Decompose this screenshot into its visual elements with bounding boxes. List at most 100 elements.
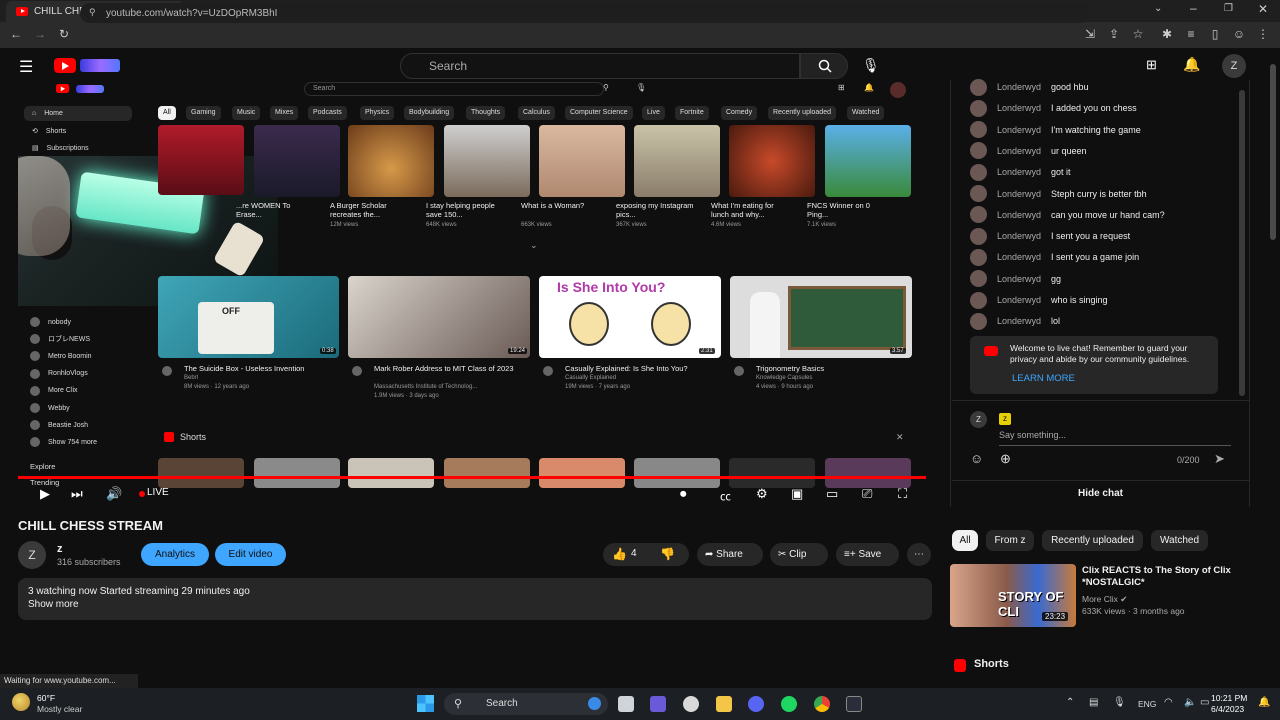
chrome-menu-icon[interactable]: ⋮ bbox=[1256, 27, 1270, 41]
play-icon[interactable]: ▶ bbox=[40, 486, 50, 502]
site-info-icon[interactable]: ⚲ bbox=[89, 7, 96, 18]
description-box[interactable]: 3 watching now Started streaming 29 minu… bbox=[18, 578, 932, 620]
search-input[interactable]: Search bbox=[400, 53, 800, 79]
analytics-button[interactable]: Analytics bbox=[141, 543, 209, 566]
next-icon[interactable]: ⏭ bbox=[71, 486, 83, 502]
cast-icon[interactable]: ⎚ bbox=[862, 486, 872, 502]
channel-avatar[interactable]: Z bbox=[18, 541, 46, 569]
notification-bell-icon[interactable]: 🔔 bbox=[1258, 697, 1270, 708]
save-button[interactable]: ≡+ Save bbox=[836, 543, 899, 566]
clock-time[interactable]: 10:21 PM bbox=[1211, 693, 1247, 703]
miniplayer-icon[interactable]: ▣ bbox=[791, 486, 803, 502]
chat-message[interactable]: Londerwyd got it bbox=[970, 163, 1071, 181]
speaker-icon[interactable]: 🔈 bbox=[1184, 697, 1196, 708]
chrome-icon[interactable] bbox=[814, 696, 830, 712]
share-page-icon[interactable]: ⇪ bbox=[1107, 27, 1121, 41]
menu-hamburger-icon[interactable]: ☰ bbox=[19, 57, 33, 77]
super-chat-add-icon[interactable]: ⊕ bbox=[1000, 451, 1011, 467]
dislike-button-icon[interactable]: 👎 bbox=[660, 547, 675, 561]
taskbar-search[interactable]: ⚲ Search bbox=[444, 693, 608, 715]
chat-message-input[interactable]: Say something... bbox=[999, 430, 1231, 446]
edit-video-button[interactable]: Edit video bbox=[215, 543, 286, 566]
maximize-icon[interactable]: ❐ bbox=[1224, 3, 1233, 14]
start-windows-icon[interactable] bbox=[417, 695, 434, 712]
hide-chat-button[interactable]: Hide chat bbox=[952, 480, 1249, 507]
chat-author-name[interactable]: Londerwyd bbox=[997, 103, 1041, 113]
chat-author-name[interactable]: Londerwyd bbox=[997, 210, 1041, 220]
chat-message[interactable]: Londerwyd gg bbox=[970, 270, 1061, 288]
chat-message[interactable]: Londerwyd who is singing bbox=[970, 291, 1108, 309]
send-icon[interactable]: ➤ bbox=[1214, 451, 1225, 467]
channel-name[interactable]: z bbox=[57, 543, 63, 555]
chat-scrollbar[interactable] bbox=[1239, 90, 1245, 396]
more-actions-button[interactable]: ⋯ bbox=[907, 543, 931, 566]
chat-author-name[interactable]: Londerwyd bbox=[997, 252, 1041, 262]
wifi-icon[interactable]: ◠ bbox=[1164, 697, 1173, 708]
theater-mode-icon[interactable]: ▭ bbox=[826, 486, 838, 502]
share-button[interactable]: ➦ Share bbox=[697, 543, 763, 566]
teams-icon[interactable] bbox=[650, 696, 666, 712]
fullscreen-icon[interactable]: ⛶ bbox=[898, 486, 907, 502]
chat-author-name[interactable]: Londerwyd bbox=[997, 189, 1041, 199]
chat-message[interactable]: Londerwyd I added you on chess bbox=[970, 99, 1137, 117]
filter-chip-from-z[interactable]: From z bbox=[986, 530, 1034, 551]
reading-list-icon[interactable]: ≡ bbox=[1184, 27, 1198, 41]
tray-mic-icon[interactable]: 🎙 bbox=[1113, 697, 1126, 708]
chat-message[interactable]: Londerwyd I sent you a game join bbox=[970, 248, 1139, 266]
file-explorer-icon[interactable] bbox=[716, 696, 732, 712]
window-close-icon[interactable]: ✕ bbox=[1258, 2, 1268, 16]
like-button-icon[interactable]: 👍 bbox=[612, 547, 627, 561]
emoji-icon[interactable]: ☺ bbox=[970, 451, 983, 466]
chat-author-name[interactable]: Londerwyd bbox=[997, 231, 1041, 241]
page-scrollbar[interactable] bbox=[1270, 64, 1276, 240]
chat-message[interactable]: Londerwyd ur queen bbox=[970, 142, 1087, 160]
chat-author-name[interactable]: Londerwyd bbox=[997, 274, 1041, 284]
filter-chip-watched[interactable]: Watched bbox=[1151, 530, 1208, 551]
address-bar[interactable]: ⚲ youtube.com/watch?v=UzDOpRM3BhI bbox=[80, 3, 1090, 23]
volume-icon[interactable]: 🔊 bbox=[106, 486, 122, 502]
chat-author-name[interactable]: Londerwyd bbox=[997, 125, 1041, 135]
chat-message[interactable]: Londerwyd can you move ur hand cam? bbox=[970, 206, 1165, 224]
install-icon[interactable]: ⇲ bbox=[1083, 27, 1097, 41]
tray-chevron-icon[interactable]: ⌃ bbox=[1066, 697, 1074, 708]
tab-list-icon[interactable]: ⌄ bbox=[1154, 3, 1162, 14]
bookmark-star-icon[interactable]: ☆ bbox=[1131, 27, 1145, 41]
chat-author-name[interactable]: Londerwyd bbox=[997, 82, 1041, 92]
settings-gear-icon[interactable]: ⚙ bbox=[756, 486, 768, 502]
extensions-icon[interactable]: ✱ bbox=[1160, 27, 1174, 41]
forward-icon[interactable]: → bbox=[33, 27, 47, 41]
discord-icon[interactable] bbox=[748, 696, 764, 712]
filter-chip-recently-uploaded[interactable]: Recently uploaded bbox=[1042, 530, 1143, 551]
video-player[interactable]: Search ⚲ 🎙 ⊞ 🔔 ⌄ OFF Is She Into You? Sh… bbox=[18, 80, 932, 506]
battery-icon[interactable]: ▭ bbox=[1200, 697, 1209, 708]
obs-icon[interactable] bbox=[846, 696, 862, 712]
chat-author-name[interactable]: Londerwyd bbox=[997, 146, 1041, 156]
chat-message[interactable]: Londerwyd good hbu bbox=[970, 78, 1089, 96]
filter-chip-all[interactable]: All bbox=[952, 530, 978, 551]
chat-message[interactable]: Londerwyd lol bbox=[970, 312, 1060, 330]
weather-moon-icon[interactable] bbox=[12, 693, 30, 711]
recommended-thumbnail[interactable]: STORY OF CLI 23:23 bbox=[950, 564, 1076, 627]
mic-icon[interactable]: 🎙 bbox=[862, 57, 880, 74]
live-label[interactable]: LIVE bbox=[147, 487, 169, 498]
autoplay-toggle-icon[interactable]: ⏺ bbox=[680, 486, 687, 502]
player-progress-bar[interactable] bbox=[18, 476, 926, 479]
clip-button[interactable]: ✂ Clip bbox=[770, 543, 828, 566]
back-icon[interactable]: ← bbox=[9, 27, 23, 41]
chat-message[interactable]: Londerwyd I sent you a request bbox=[970, 227, 1130, 245]
minimize-icon[interactable]: – bbox=[1190, 1, 1197, 15]
create-icon[interactable]: ⊞ bbox=[1146, 57, 1157, 73]
show-more-link[interactable]: Show more bbox=[28, 599, 922, 610]
captions-icon[interactable]: ㏄ bbox=[720, 488, 731, 504]
reload-icon[interactable]: ↻ bbox=[57, 27, 71, 41]
notifications-bell-icon[interactable]: 🔔 bbox=[1183, 56, 1200, 73]
youtube-logo-icon[interactable] bbox=[54, 58, 76, 73]
chat-message[interactable]: Londerwyd Steph curry is better tbh bbox=[970, 185, 1147, 202]
profile-icon[interactable]: ☺ bbox=[1232, 27, 1246, 41]
side-panel-icon[interactable]: ▯ bbox=[1208, 27, 1222, 41]
account-avatar[interactable]: Z bbox=[1222, 54, 1246, 78]
chat-message[interactable]: Londerwyd I'm watching the game bbox=[970, 121, 1141, 139]
spotify-icon[interactable] bbox=[781, 696, 797, 712]
chat-author-name[interactable]: Londerwyd bbox=[997, 316, 1041, 326]
tray-app-icon[interactable]: ▤ bbox=[1089, 697, 1098, 708]
